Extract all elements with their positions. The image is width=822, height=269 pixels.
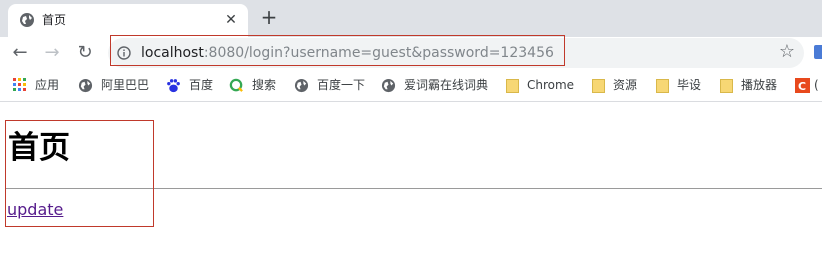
- bookmark-label: 应用: [35, 78, 60, 92]
- bookmark-c[interactable]: C (: [795, 77, 819, 93]
- bookmark-label: Chrome: [527, 78, 575, 92]
- bookmark-label: 资源: [613, 78, 638, 92]
- bookmark-baidu[interactable]: 百度: [166, 77, 213, 93]
- extension-icon[interactable]: [814, 45, 822, 59]
- bookmark-label: 毕设: [677, 78, 702, 92]
- globe-icon: [294, 78, 309, 92]
- bookmark-label: (: [814, 78, 819, 92]
- content-annotation-box: [5, 120, 154, 227]
- globe-icon: [381, 78, 396, 92]
- forward-button[interactable]: →: [41, 42, 63, 64]
- baidu-paw-icon: [167, 78, 180, 92]
- bookmarks-bar: 应用 阿里巴巴 百度 搜索 百度一下 爱词霸在线词典 Chrome 资源 毕设 …: [0, 69, 822, 102]
- bookmark-folder-graduation[interactable]: 毕设: [656, 77, 701, 93]
- bookmark-label: 百度一下: [317, 78, 366, 92]
- close-tab-icon[interactable]: ✕: [223, 12, 239, 28]
- bookmark-folder-player[interactable]: 播放器: [720, 77, 777, 93]
- bookmark-folder-chrome[interactable]: Chrome: [506, 77, 574, 93]
- url-annotation-box: [110, 35, 565, 66]
- bookmark-baidu-search[interactable]: 百度一下: [294, 77, 365, 93]
- apps-grid-icon: [13, 78, 26, 91]
- folder-icon: [506, 78, 519, 93]
- bookmark-iciba[interactable]: 爱词霸在线词典: [381, 77, 488, 93]
- bookmark-label: 搜索: [252, 78, 277, 92]
- bookmark-label: 阿里巴巴: [101, 78, 150, 92]
- bookmark-star-icon[interactable]: ☆: [777, 42, 797, 62]
- bookmark-alibaba[interactable]: 阿里巴巴: [78, 77, 149, 93]
- folder-icon: [656, 78, 669, 93]
- globe-icon: [20, 13, 34, 27]
- bookmark-search[interactable]: 搜索: [229, 77, 276, 93]
- back-button[interactable]: ←: [9, 42, 31, 64]
- new-tab-button[interactable]: +: [259, 7, 279, 27]
- bookmark-apps[interactable]: 应用: [13, 77, 59, 93]
- search-q-icon: [229, 78, 243, 92]
- bookmark-label: 爱词霸在线词典: [404, 78, 489, 92]
- bookmark-label: 播放器: [741, 78, 778, 92]
- bookmark-folder-resources[interactable]: 资源: [592, 77, 637, 93]
- c-icon: C: [795, 77, 810, 93]
- globe-icon: [78, 78, 93, 92]
- tab-strip: 首页 ✕ +: [0, 0, 822, 37]
- reload-button[interactable]: ↻: [74, 42, 96, 64]
- tab-title: 首页: [42, 13, 67, 27]
- folder-icon: [592, 78, 605, 93]
- bookmark-label: 百度: [189, 78, 214, 92]
- folder-icon: [720, 78, 733, 93]
- tab-home[interactable]: 首页 ✕: [8, 4, 248, 37]
- svg-text:C: C: [798, 80, 806, 93]
